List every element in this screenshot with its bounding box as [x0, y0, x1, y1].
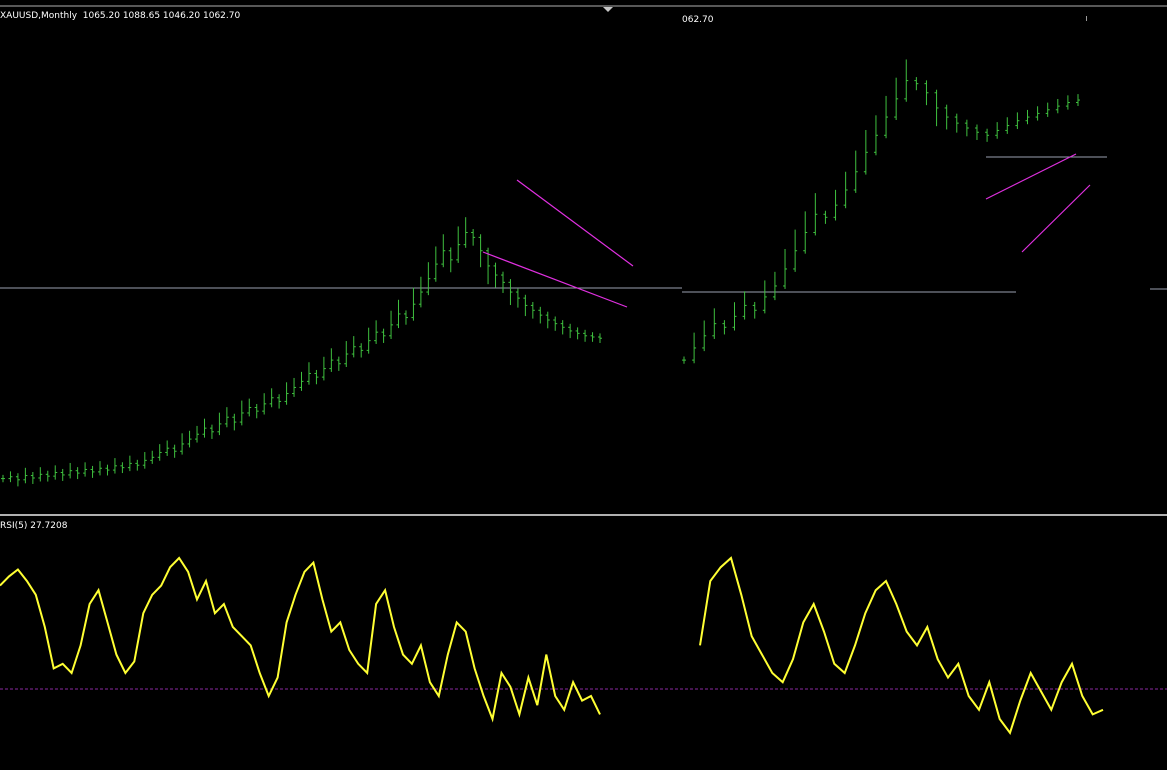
right-clip-label: 062.70	[682, 15, 714, 25]
rsi-label: RSI(5) 27.7208	[0, 521, 68, 531]
axis-tick	[1086, 16, 1087, 21]
chart-canvas	[0, 0, 1167, 770]
symbol-label: XAUUSD,Monthly 1065.20 1088.65 1046.20 1…	[0, 11, 241, 21]
chart-background	[0, 0, 1167, 770]
